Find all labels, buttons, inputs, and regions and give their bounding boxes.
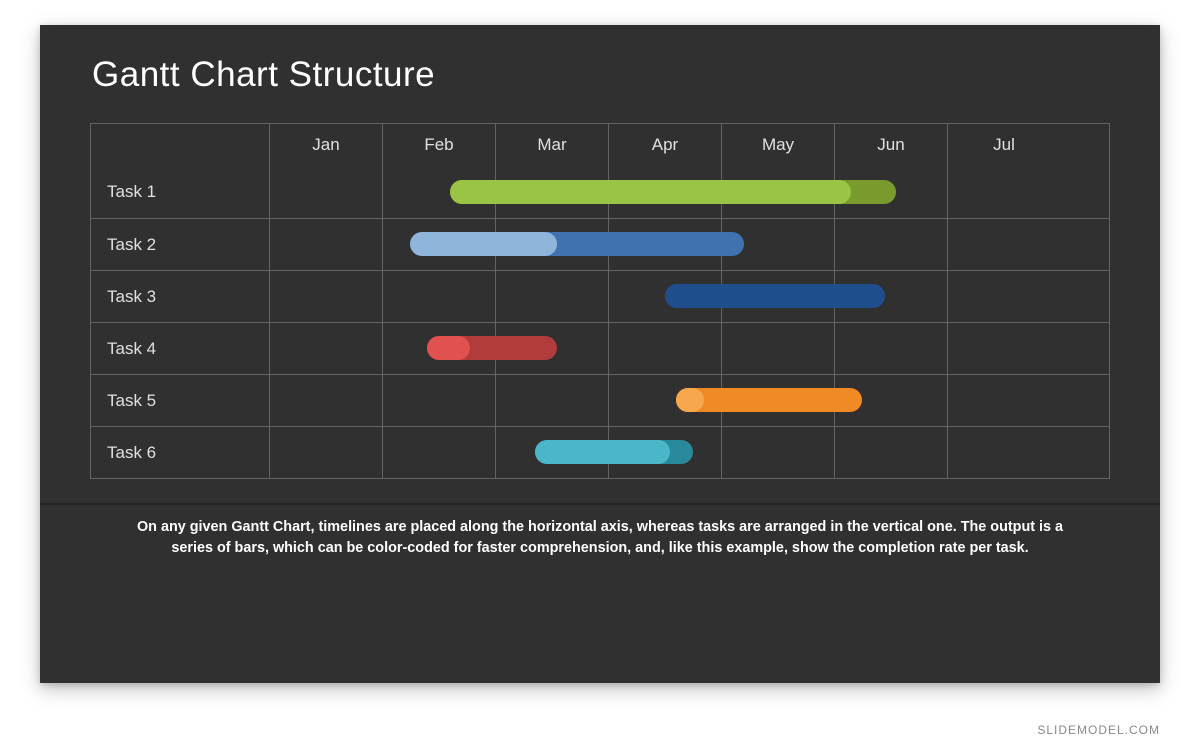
gantt-grid-cell: [608, 323, 721, 374]
gantt-task-row: Task 1: [91, 166, 1109, 218]
gantt-grid-cell: [269, 375, 382, 426]
gantt-grid-cell: [947, 427, 1060, 478]
gantt-grid-cell: [947, 219, 1060, 270]
gantt-header-month: Jul: [947, 124, 1060, 166]
gantt-grid-cell: [495, 323, 608, 374]
gantt-grid-cell: [382, 375, 495, 426]
gantt-task-label: Task 1: [91, 166, 269, 218]
gantt-chart: JanFebMarAprMayJunJul Task 1Task 2Task 3…: [90, 123, 1110, 479]
gantt-task-row: Task 2: [91, 218, 1109, 270]
gantt-header-month: May: [721, 124, 834, 166]
gantt-header-empty: [91, 124, 269, 166]
gantt-grid-cell: [834, 375, 947, 426]
gantt-grid-cell: [382, 166, 495, 218]
gantt-grid-cell: [269, 271, 382, 322]
gantt-header-month: Feb: [382, 124, 495, 166]
gantt-grid-cell: [608, 219, 721, 270]
gantt-grid-cell: [608, 375, 721, 426]
gantt-grid-cell: [834, 219, 947, 270]
gantt-header-month: Apr: [608, 124, 721, 166]
gantt-header-month: Mar: [495, 124, 608, 166]
gantt-header-month: Jun: [834, 124, 947, 166]
gantt-task-row: Task 3: [91, 270, 1109, 322]
gantt-grid-cell: [382, 323, 495, 374]
gantt-task-label: Task 6: [91, 427, 269, 478]
gantt-grid-cell: [608, 271, 721, 322]
gantt-task-row: Task 4: [91, 322, 1109, 374]
gantt-task-label: Task 4: [91, 323, 269, 374]
gantt-grid-cell: [382, 271, 495, 322]
gantt-body: Task 1Task 2Task 3Task 4Task 5Task 6: [91, 166, 1109, 478]
gantt-grid-cell: [382, 427, 495, 478]
gantt-grid-cell: [495, 427, 608, 478]
gantt-grid-cell: [495, 219, 608, 270]
caption-text: On any given Gantt Chart, timelines are …: [130, 517, 1070, 559]
gantt-grid-cell: [721, 323, 834, 374]
gantt-grid-cell: [269, 166, 382, 218]
gantt-task-label: Task 5: [91, 375, 269, 426]
divider: [40, 503, 1160, 505]
gantt-grid-cell: [947, 323, 1060, 374]
gantt-grid-cell: [834, 427, 947, 478]
page-container: Gantt Chart Structure JanFebMarAprMayJun…: [0, 0, 1200, 743]
gantt-grid-cell: [608, 427, 721, 478]
gantt-grid-cell: [382, 219, 495, 270]
gantt-task-row: Task 5: [91, 374, 1109, 426]
slide-title: Gantt Chart Structure: [92, 55, 1110, 95]
gantt-grid-cell: [947, 271, 1060, 322]
gantt-grid-cell: [834, 166, 947, 218]
gantt-grid-cell: [721, 166, 834, 218]
slide: Gantt Chart Structure JanFebMarAprMayJun…: [40, 25, 1160, 683]
gantt-header-row: JanFebMarAprMayJunJul: [91, 124, 1109, 166]
gantt-grid-cell: [947, 166, 1060, 218]
gantt-grid-cell: [947, 375, 1060, 426]
gantt-task-label: Task 3: [91, 271, 269, 322]
gantt-grid-cell: [721, 375, 834, 426]
gantt-grid-cell: [721, 427, 834, 478]
gantt-grid-cell: [269, 219, 382, 270]
gantt-grid-cell: [269, 427, 382, 478]
gantt-header-month: Jan: [269, 124, 382, 166]
gantt-task-row: Task 6: [91, 426, 1109, 478]
gantt-grid-cell: [834, 323, 947, 374]
gantt-grid-cell: [495, 166, 608, 218]
gantt-grid-cell: [608, 166, 721, 218]
gantt-task-label: Task 2: [91, 219, 269, 270]
gantt-grid-cell: [495, 271, 608, 322]
gantt-grid-cell: [721, 219, 834, 270]
gantt-grid-cell: [834, 271, 947, 322]
gantt-grid-cell: [269, 323, 382, 374]
gantt-grid-cell: [495, 375, 608, 426]
gantt-grid-cell: [721, 271, 834, 322]
watermark: SLIDEMODEL.COM: [1037, 723, 1160, 737]
